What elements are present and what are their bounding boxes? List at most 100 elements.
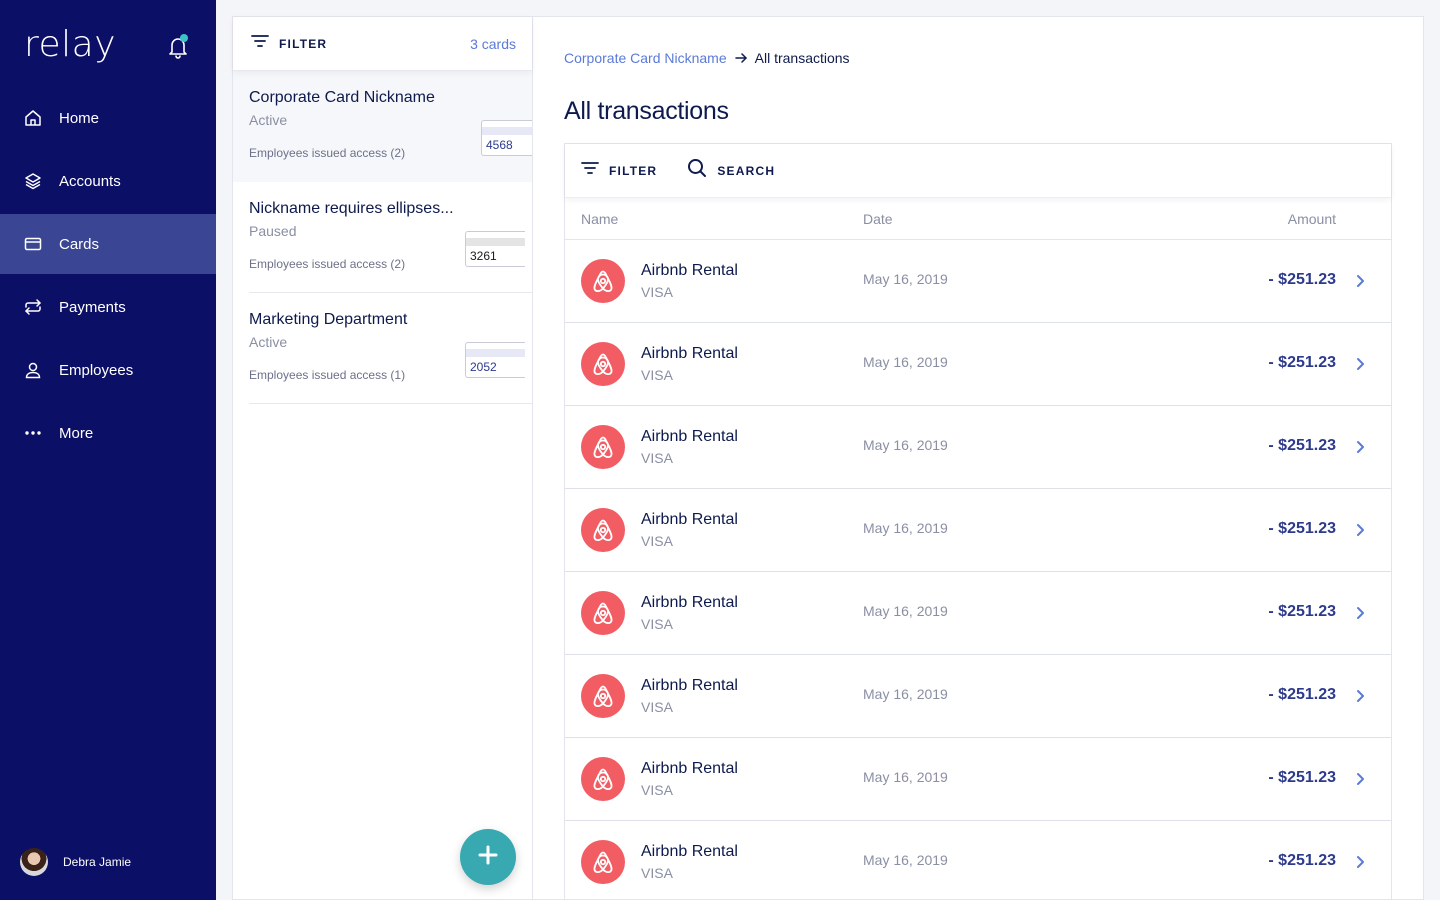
breadcrumb-parent-link[interactable]: Corporate Card Nickname (564, 50, 727, 66)
sidebar-item-payments[interactable]: Payments (0, 277, 216, 337)
card-access-count: Employees issued access (2) (249, 146, 406, 160)
cards-filter-button[interactable]: FILTER (251, 34, 327, 53)
table-row[interactable]: Airbnb Rental VISA May 16, 2019 - $251.2… (565, 572, 1391, 655)
table-row[interactable]: Airbnb Rental VISA May 16, 2019 - $251.2… (565, 738, 1391, 821)
airbnb-logo-icon (581, 591, 625, 635)
swap-arrows-icon (24, 298, 42, 316)
transaction-amount: - $251.23 (1268, 354, 1336, 371)
airbnb-logo-icon (581, 674, 625, 718)
user-profile[interactable]: Debra Jamie (20, 848, 131, 876)
table-row[interactable]: Airbnb Rental VISA May 16, 2019 - $251.2… (565, 323, 1391, 406)
airbnb-logo-icon (581, 425, 625, 469)
sidebar-item-cards[interactable]: Cards (0, 214, 216, 274)
more-dots-icon (24, 424, 42, 442)
table-header: Name Date Amount (565, 198, 1391, 240)
transaction-amount: - $251.23 (1268, 603, 1336, 620)
breadcrumb-current: All transactions (754, 50, 850, 66)
transaction-date: May 16, 2019 (863, 271, 948, 287)
chevron-right-icon[interactable] (1355, 356, 1365, 372)
filter-icon (251, 34, 269, 53)
sidebar-nav: Home Accounts Cards Payments Employees M… (0, 88, 216, 466)
cards-count: 3 cards (470, 35, 516, 52)
transaction-merchant: Airbnb Rental (641, 594, 738, 611)
table-row[interactable]: Airbnb Rental VISA May 16, 2019 - $251.2… (565, 655, 1391, 738)
chevron-right-icon[interactable] (1355, 522, 1365, 538)
transaction-date: May 16, 2019 (863, 686, 948, 702)
transactions-table: FILTER SEARCH Name Date Amount Airbnb Re… (564, 143, 1392, 899)
add-card-button[interactable] (460, 829, 516, 885)
column-header-name[interactable]: Name (581, 211, 618, 227)
transaction-date: May 16, 2019 (863, 354, 948, 370)
card-list-item[interactable]: Corporate Card Nickname Active Employees… (233, 71, 532, 182)
card-thumbnail: 4568 (481, 120, 532, 156)
table-row[interactable]: Airbnb Rental VISA May 16, 2019 - $251.2… (565, 240, 1391, 323)
card-thumbnail: 2052 (465, 342, 525, 378)
notifications-bell-icon[interactable] (166, 34, 190, 60)
user-icon (24, 361, 42, 379)
chevron-right-icon[interactable] (1355, 273, 1365, 289)
chevron-right-icon[interactable] (1355, 854, 1365, 870)
relay-logo[interactable]: relay (24, 24, 116, 65)
transactions-filter-button[interactable]: FILTER (581, 161, 657, 180)
transaction-date: May 16, 2019 (863, 852, 948, 868)
transaction-merchant: Airbnb Rental (641, 760, 738, 777)
sidebar-item-label: Accounts (59, 172, 121, 190)
transaction-merchant: Airbnb Rental (641, 677, 738, 694)
user-name: Debra Jamie (63, 855, 132, 869)
sidebar-item-employees[interactable]: Employees (0, 340, 216, 400)
transaction-date: May 16, 2019 (863, 437, 948, 453)
notification-dot (180, 34, 188, 42)
sidebar-item-more[interactable]: More (0, 403, 216, 463)
card-last4: 4568 (486, 138, 513, 152)
filter-icon (581, 161, 599, 180)
column-header-date[interactable]: Date (863, 211, 893, 227)
plus-icon (478, 845, 498, 870)
table-row[interactable]: Airbnb Rental VISA May 16, 2019 - $251.2… (565, 489, 1391, 572)
airbnb-logo-icon (581, 757, 625, 801)
arrow-right-icon (734, 52, 747, 64)
sidebar-item-accounts[interactable]: Accounts (0, 151, 216, 211)
transaction-date: May 16, 2019 (863, 603, 948, 619)
transaction-merchant: Airbnb Rental (641, 843, 738, 860)
sidebar-item-label: Cards (59, 235, 100, 253)
chevron-right-icon[interactable] (1355, 688, 1365, 704)
transaction-date: May 16, 2019 (863, 520, 948, 536)
transaction-method: VISA (641, 699, 673, 715)
chevron-right-icon[interactable] (1355, 771, 1365, 787)
search-icon (687, 158, 707, 183)
card-list-item[interactable]: Marketing Department Active Employees is… (249, 293, 532, 404)
home-icon (24, 109, 42, 127)
chevron-right-icon[interactable] (1355, 605, 1365, 621)
sidebar-item-label: Employees (59, 361, 134, 379)
transaction-method: VISA (641, 367, 673, 383)
sidebar: relay Home Accounts Cards Payments Emplo… (0, 0, 216, 900)
card-list-item[interactable]: Nickname requires ellipses... Paused Emp… (249, 182, 532, 293)
transaction-method: VISA (641, 450, 673, 466)
card-nickname: Marketing Department (249, 311, 408, 328)
table-row[interactable]: Airbnb Rental VISA May 16, 2019 - $251.2… (565, 406, 1391, 489)
transaction-merchant: Airbnb Rental (641, 262, 738, 279)
airbnb-logo-icon (581, 508, 625, 552)
transaction-method: VISA (641, 865, 673, 881)
column-header-amount[interactable]: Amount (1288, 211, 1336, 227)
layers-icon (24, 172, 42, 190)
credit-card-icon (24, 235, 42, 253)
sidebar-item-home[interactable]: Home (0, 88, 216, 148)
airbnb-logo-icon (581, 342, 625, 386)
transaction-method: VISA (641, 782, 673, 798)
cards-panel: FILTER 3 cards Corporate Card Nickname A… (232, 16, 533, 900)
page-title: All transactions (564, 97, 729, 125)
sidebar-item-label: More (59, 424, 94, 442)
transaction-method: VISA (641, 284, 673, 300)
transactions-search-button[interactable]: SEARCH (687, 158, 775, 183)
card-access-count: Employees issued access (2) (249, 257, 406, 271)
sidebar-item-label: Home (59, 109, 100, 127)
filter-label: FILTER (279, 36, 328, 51)
sidebar-item-label: Payments (59, 298, 126, 316)
card-status: Active (249, 112, 288, 128)
transaction-merchant: Airbnb Rental (641, 511, 738, 528)
table-toolbar: FILTER SEARCH (565, 144, 1391, 198)
airbnb-logo-icon (581, 259, 625, 303)
table-row[interactable]: Airbnb Rental VISA May 16, 2019 - $251.2… (565, 821, 1391, 899)
chevron-right-icon[interactable] (1355, 439, 1365, 455)
